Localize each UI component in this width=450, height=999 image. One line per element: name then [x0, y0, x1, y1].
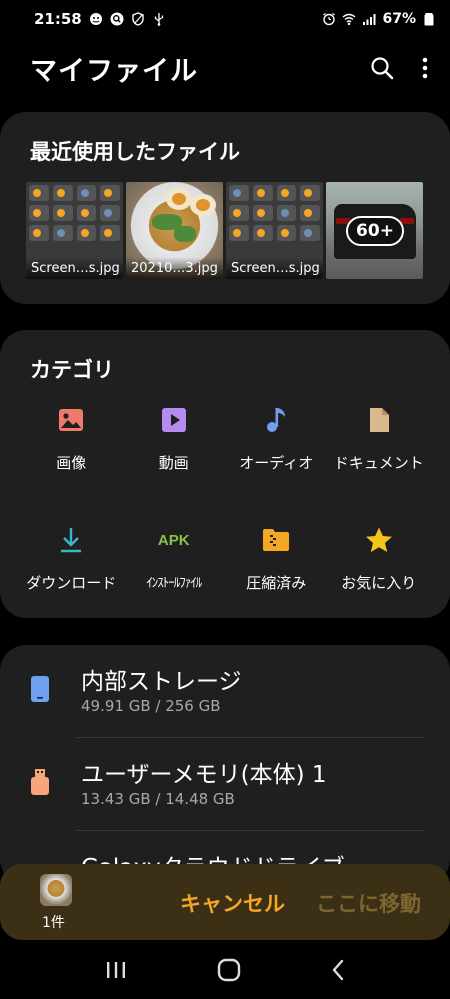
storage-item-user-memory[interactable]: ユーザーメモリ(本体) 1 13.43 GB / 14.48 GB — [0, 738, 450, 830]
recent-file-name: Screen…s.jpg — [226, 257, 323, 279]
storage-size: 13.43 GB / 14.48 GB — [81, 790, 235, 808]
download-icon — [56, 525, 86, 555]
home-button[interactable] — [217, 958, 241, 982]
storage-name: 内部ストレージ — [81, 669, 242, 695]
face-notification-icon — [89, 12, 103, 26]
category-downloads[interactable]: ダウンロード — [20, 525, 123, 593]
usb-drive-icon — [30, 768, 50, 800]
selected-count: 1件 — [42, 915, 65, 931]
alarm-icon — [322, 12, 336, 26]
recent-files-more-thumbnail[interactable]: 60+ — [326, 182, 423, 279]
category-images[interactable]: 画像 — [20, 405, 123, 473]
recent-apps-icon — [107, 961, 125, 978]
star-icon — [364, 525, 394, 555]
recent-file-name: Screen…s.jpg — [26, 257, 123, 279]
usb-icon — [152, 12, 166, 26]
recent-files-title[interactable]: 最近使用したファイル — [30, 136, 240, 166]
storage-item-internal[interactable]: 内部ストレージ 49.91 GB / 256 GB — [0, 645, 450, 737]
category-favorites[interactable]: お気に入り — [328, 525, 431, 593]
system-nav-bar — [0, 940, 450, 999]
selected-file-thumbnail — [40, 874, 72, 906]
storage-card: 内部ストレージ 49.91 GB / 256 GB ユーザーメモリ(本体) 1 … — [0, 645, 450, 885]
category-videos[interactable]: 動画 — [123, 405, 226, 473]
storage-name: ユーザーメモリ(本体) 1 — [81, 762, 327, 788]
category-label: ｲﾝｽﾄｰﾙﾌｧｲﾙ — [146, 576, 202, 591]
video-icon — [159, 405, 189, 435]
more-vert-icon — [422, 57, 428, 79]
search-button[interactable] — [370, 56, 394, 80]
storage-size: 49.91 GB / 256 GB — [81, 697, 221, 715]
search-icon — [371, 57, 394, 80]
search-notification-icon — [110, 12, 124, 26]
category-compressed[interactable]: 圧縮済み — [225, 525, 328, 593]
apk-icon: APK — [157, 531, 190, 549]
category-label: ドキュメント — [333, 454, 424, 472]
document-icon — [364, 405, 394, 435]
shield-notification-icon — [131, 12, 145, 26]
back-icon — [332, 959, 344, 980]
app-header: マイファイル — [0, 44, 450, 92]
phone-storage-icon — [30, 675, 50, 707]
recent-file-thumbnail[interactable]: Screen…s.jpg — [26, 182, 123, 279]
category-label: お気に入り — [341, 574, 417, 592]
category-grid: 画像 動画 オーディオ ドキュメント ダウンロード APK ｲﾝｽﾄｰﾙﾌｧｲﾙ… — [20, 405, 430, 593]
category-documents[interactable]: ドキュメント — [328, 405, 431, 473]
recent-file-thumbnail[interactable]: 20210…3.jpg — [126, 182, 223, 279]
recent-files-card: 最近使用したファイル Screen…s.jpg 20210…3.jpg Scre… — [0, 112, 450, 304]
more-files-badge: 60+ — [346, 216, 404, 246]
category-audio[interactable]: オーディオ — [225, 405, 328, 473]
battery-icon — [422, 12, 436, 26]
category-label: ダウンロード — [26, 574, 117, 592]
back-button[interactable] — [331, 959, 345, 981]
category-label: オーディオ — [239, 454, 314, 472]
category-label: 動画 — [158, 454, 189, 472]
signal-icon — [362, 12, 376, 26]
status-time: 21:58 — [34, 10, 82, 28]
categories-title: カテゴリ — [30, 358, 114, 382]
page-title: マイファイル — [30, 55, 198, 87]
move-action-bar: 1件 キャンセル ここに移動 — [0, 864, 450, 940]
more-options-button[interactable] — [422, 57, 428, 79]
recent-file-thumbnail[interactable]: Screen…s.jpg — [226, 182, 323, 279]
wifi-icon — [342, 12, 356, 26]
category-label: 画像 — [56, 454, 87, 472]
battery-percent: 67% — [382, 11, 416, 27]
recent-apps-button[interactable] — [105, 960, 127, 980]
home-icon — [217, 958, 241, 981]
image-icon — [56, 405, 86, 435]
category-install-files[interactable]: APK ｲﾝｽﾄｰﾙﾌｧｲﾙ — [123, 525, 226, 593]
categories-card: カテゴリ 画像 動画 オーディオ ドキュメント ダウンロード APK ｲﾝｽﾄｰ… — [0, 330, 450, 618]
move-here-button[interactable]: ここに移動 — [316, 888, 421, 918]
cancel-button[interactable]: キャンセル — [180, 888, 285, 918]
category-label: 圧縮済み — [246, 574, 307, 592]
recent-file-name: 20210…3.jpg — [126, 257, 223, 279]
status-bar: 21:58 67% — [0, 0, 450, 38]
archive-icon — [261, 525, 291, 555]
recent-files-list: Screen…s.jpg 20210…3.jpg Screen…s.jpg 60… — [26, 182, 423, 279]
audio-icon — [261, 405, 291, 435]
